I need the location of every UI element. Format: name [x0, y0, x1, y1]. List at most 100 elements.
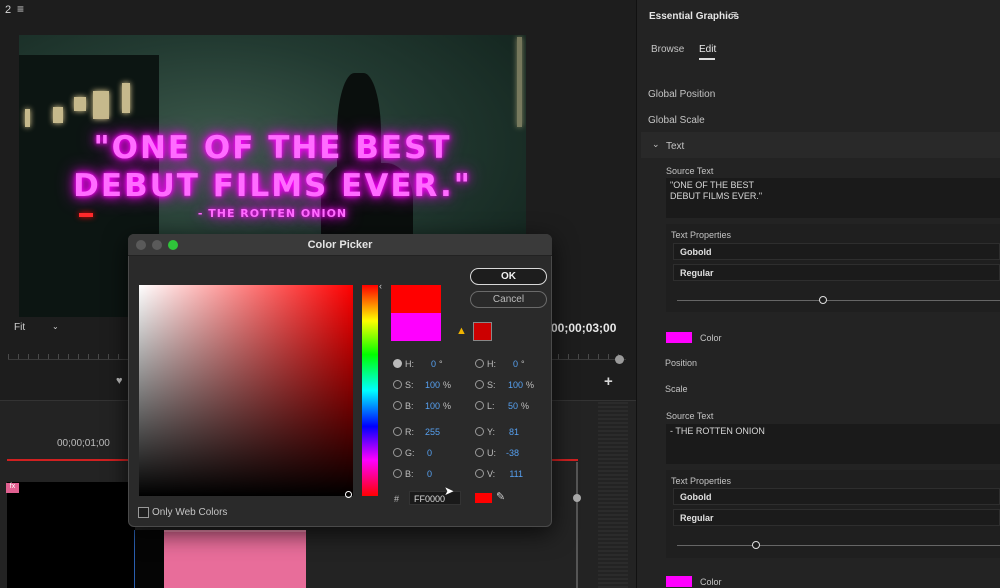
program-timecode[interactable]: 00;00;03;00	[551, 321, 616, 335]
lightness-value[interactable]: 50	[492, 401, 518, 411]
color-label: Color	[700, 333, 722, 343]
source-text-field[interactable]: "ONE OF THE BEST DEBUT FILMS EVER."	[666, 178, 1000, 218]
brightness-value[interactable]: 100	[414, 401, 440, 411]
text-layer-row[interactable]	[641, 132, 1000, 158]
gamut-correction-swatch[interactable]	[473, 322, 492, 341]
font-style-dropdown[interactable]: Regular	[673, 509, 1000, 526]
field-label: B:	[405, 401, 414, 411]
radio-lightness[interactable]	[475, 401, 484, 410]
chevron-down-icon: ⌄	[52, 322, 59, 331]
track-height-slider[interactable]	[573, 462, 581, 588]
source-text-field[interactable]: - THE ROTTEN ONION	[666, 424, 1000, 464]
radio-red[interactable]	[393, 427, 402, 436]
hue-slider[interactable]	[362, 285, 378, 496]
monitor-number: 2	[5, 4, 12, 16]
font-family-dropdown[interactable]: Gobold	[673, 243, 1000, 260]
add-marker-icon[interactable]: ♥	[116, 375, 123, 387]
ruler-zoom-handle[interactable]	[615, 355, 624, 364]
lit-window	[122, 83, 130, 113]
tracking-slider-knob[interactable]	[819, 296, 827, 304]
blue-value[interactable]: 0	[406, 469, 432, 479]
radio-y[interactable]	[475, 427, 484, 436]
radio-saturation[interactable]	[393, 380, 402, 389]
hex-value: FF0000	[414, 494, 446, 504]
field-label: R:	[405, 427, 414, 437]
hsl-saturation-value[interactable]: 100	[497, 380, 523, 390]
tracking-slider-track[interactable]	[677, 300, 1000, 301]
radio-green[interactable]	[393, 448, 402, 457]
new-color-swatch	[391, 285, 441, 313]
radio-brightness[interactable]	[393, 401, 402, 410]
work-area-bar[interactable]	[7, 459, 129, 461]
ok-button[interactable]: OK	[470, 268, 547, 285]
font-family-value: Gobold	[680, 247, 712, 257]
chevron-down-icon[interactable]: ⌄	[652, 139, 660, 150]
text-properties-label: Text Properties	[671, 476, 732, 486]
active-tab-indicator	[699, 58, 715, 60]
work-area-bar[interactable]	[548, 459, 578, 461]
layer-name: Text	[666, 141, 685, 152]
font-style-dropdown[interactable]: Regular	[673, 264, 1000, 281]
radio-blue[interactable]	[393, 469, 402, 478]
color-field-cursor[interactable]	[345, 491, 352, 498]
eyedropper-icon[interactable]: ✎	[496, 490, 505, 503]
slider-knob[interactable]	[573, 494, 581, 502]
audio-meters	[598, 402, 628, 588]
zoom-fit-select[interactable]: Fit ⌄	[14, 322, 64, 336]
red-value[interactable]: 255	[414, 427, 440, 437]
radio-v[interactable]	[475, 469, 484, 478]
u-value[interactable]: -38	[493, 448, 519, 458]
global-position-label[interactable]: Global Position	[648, 89, 715, 100]
source-text-line: "ONE OF THE BEST	[670, 180, 755, 190]
add-button-icon[interactable]: +	[604, 373, 613, 390]
saturation-brightness-field[interactable]	[139, 285, 353, 496]
hsl-hue-value[interactable]: 0	[492, 359, 518, 369]
original-color-swatch[interactable]	[391, 313, 441, 341]
lit-window	[53, 107, 63, 123]
radio-hsl-saturation[interactable]	[475, 380, 484, 389]
source-text-line: DEBUT FILMS EVER."	[670, 191, 763, 201]
font-family-dropdown[interactable]: Gobold	[673, 488, 1000, 505]
green-value[interactable]: 0	[406, 448, 432, 458]
position-label[interactable]: Position	[665, 358, 697, 368]
tab-edit[interactable]: Edit	[699, 44, 716, 55]
premiere-workspace: 2 ≡ "ONE OF THE BEST DEBUT FILMS EVER." …	[0, 0, 1000, 588]
y-value[interactable]: 81	[493, 427, 519, 437]
monitor-menu-icon[interactable]: ≡	[17, 2, 24, 16]
source-text-label: Source Text	[666, 411, 714, 421]
video-clip[interactable]	[7, 482, 135, 588]
radio-u[interactable]	[475, 448, 484, 457]
field-label: S:	[487, 380, 496, 390]
tracking-slider-knob[interactable]	[752, 541, 760, 549]
only-web-colors-label[interactable]: Only Web Colors	[152, 507, 227, 518]
scale-label[interactable]: Scale	[665, 384, 688, 394]
field-unit: °	[439, 359, 443, 369]
graphic-clip[interactable]	[164, 530, 306, 588]
out-of-gamut-warning-icon[interactable]: ▲	[456, 325, 467, 337]
graphic-clip-gap[interactable]	[134, 530, 164, 588]
color-swatch[interactable]	[666, 576, 692, 587]
lit-window	[93, 91, 109, 119]
timeline-timecode-label: 00;00;01;00	[57, 438, 110, 449]
tab-browse[interactable]: Browse	[651, 44, 684, 55]
overlay-credit: - THE ROTTEN ONION	[197, 207, 348, 220]
radio-hue[interactable]	[393, 359, 402, 368]
field-unit: %	[443, 401, 452, 411]
only-web-colors-checkbox[interactable]	[138, 507, 149, 518]
tracking-slider-track[interactable]	[677, 545, 1000, 546]
panel-menu-icon[interactable]: ≡	[731, 9, 737, 21]
hue-slider-arrow-icon[interactable]: ‹	[379, 281, 382, 291]
cancel-button[interactable]: Cancel	[470, 291, 547, 308]
mouse-pointer-icon: ➤	[444, 484, 455, 498]
color-swatch[interactable]	[666, 332, 692, 343]
hue-value[interactable]: 0	[410, 359, 436, 369]
saturation-value[interactable]: 100	[414, 380, 440, 390]
program-monitor-header: 2 ≡	[0, 0, 636, 24]
field-label: V:	[487, 469, 496, 479]
v-value[interactable]: 111	[497, 469, 523, 479]
global-scale-label[interactable]: Global Scale	[648, 115, 705, 126]
current-color-chip	[475, 493, 492, 503]
radio-hsl-hue[interactable]	[475, 359, 484, 368]
field-unit: °	[521, 359, 525, 369]
overlay-quote-line2: DEBUT FILMS EVER."	[73, 168, 472, 204]
